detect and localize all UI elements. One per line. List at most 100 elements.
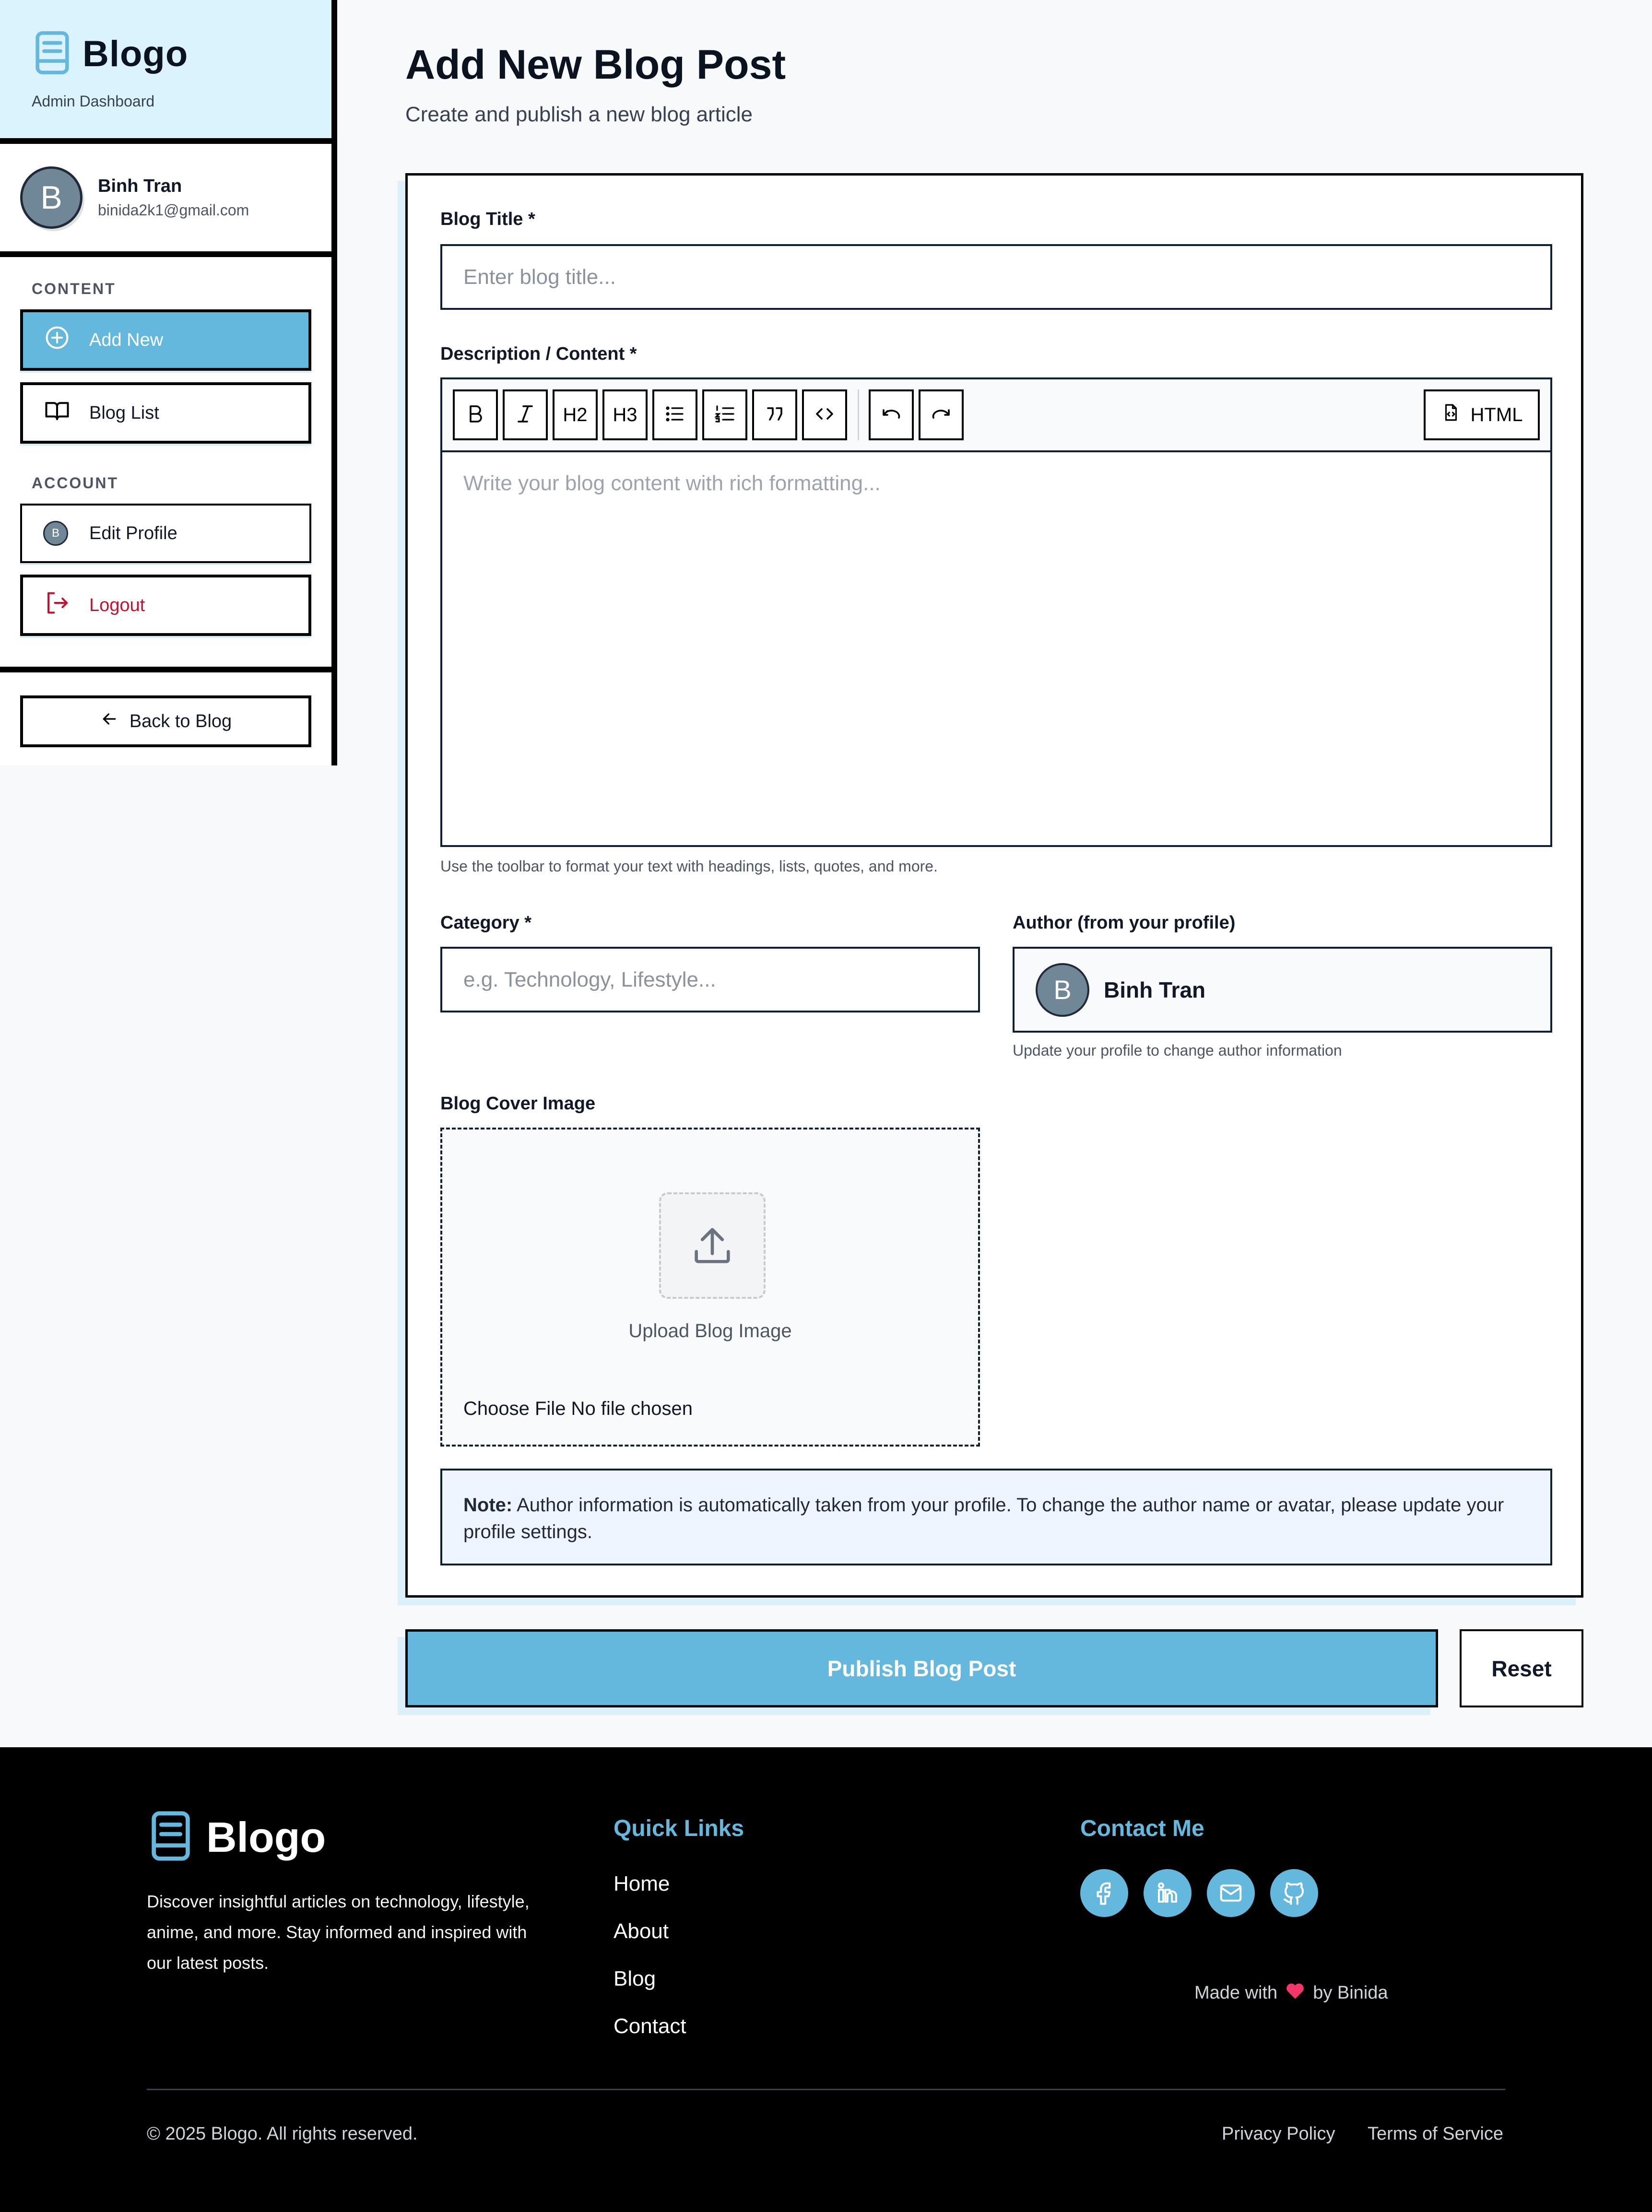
footer-brand-name: Blogo [206,1813,326,1861]
sidebar-item-label: Add New [89,329,164,350]
content-hint: Use the toolbar to format your text with… [440,858,938,875]
sidebar-item-add-new[interactable]: Add New [20,309,311,371]
bold-button[interactable] [453,389,498,440]
cover-image-label: Blog Cover Image [440,1094,596,1114]
bold-icon [464,402,487,428]
terms-of-service-link[interactable]: Terms of Service [1368,2124,1503,2144]
publish-button[interactable]: Publish Blog Post [405,1629,1438,1707]
book-icon [32,30,73,78]
code-button[interactable] [802,389,847,440]
blog-title-input[interactable]: Enter blog title... [440,244,1552,310]
mail-icon[interactable] [1207,1869,1255,1917]
image-upload-dropzone[interactable]: Upload Blog Image Choose File No file ch… [440,1128,980,1447]
brand-name[interactable]: Blogo [83,33,188,75]
made-with: Made with by Binida [1194,1981,1388,2005]
footer-link-about[interactable]: About [614,1919,686,1967]
ordered-list-icon [713,402,736,428]
made-by-text: by Binida [1313,1982,1388,2003]
redo-icon [930,402,953,428]
editor-toolbar: H2 H3 HTML [442,379,1550,452]
redo-button[interactable] [919,389,964,440]
author-name: Binh Tran [1104,977,1206,1002]
privacy-policy-link[interactable]: Privacy Policy [1222,2124,1335,2144]
italic-button[interactable] [503,389,548,440]
sidebar-nav: CONTENT Add New Blog List ACCOUNT B Edit… [0,257,331,672]
code-icon [813,402,836,428]
social-links [1080,1869,1333,1917]
file-code-icon [1441,402,1471,427]
logout-icon [44,590,89,621]
file-input[interactable]: Choose File No file chosen [463,1398,693,1420]
footer: Blogo Discover insightful articles on te… [0,1747,1652,2212]
category-label: Category * [440,913,532,933]
copyright: © 2025 Blogo. All rights reserved. [147,2124,418,2144]
footer-link-blog[interactable]: Blog [614,1967,686,2014]
bullet-list-icon [663,402,686,428]
upload-icon [659,1192,766,1299]
author-hint: Update your profile to change author inf… [1013,1042,1342,1059]
h3-label: H3 [613,404,637,425]
rich-text-editor: H2 H3 HTML Write your blog content with … [440,377,1552,847]
upload-text: Upload Blog Image [628,1320,792,1341]
author-label: Author (from your profile) [1013,913,1236,933]
author-note: Note: Author information is automaticall… [440,1469,1552,1565]
bullet-list-button[interactable] [652,389,697,440]
sidebar-brand: Blogo Admin Dashboard [0,0,331,144]
h2-label: H2 [563,404,588,425]
toolbar-divider [858,389,859,440]
user-email: binida2k1@gmail.com [98,201,249,219]
made-with-text: Made with [1194,1982,1278,2003]
facebook-icon[interactable] [1080,1869,1128,1917]
back-to-blog-button[interactable]: Back to Blog [20,695,311,747]
quick-links: Home About Blog Contact [614,1872,686,2062]
book-open-icon [44,398,89,428]
section-account-label: ACCOUNT [32,474,118,492]
sidebar-item-label: Edit Profile [89,523,177,543]
sidebar-item-label: Blog List [89,402,159,423]
page-subtitle: Create and publish a new blog article [405,103,753,126]
linkedin-icon[interactable] [1144,1869,1192,1917]
book-icon [147,1810,195,1865]
html-toggle-button[interactable]: HTML [1424,389,1540,440]
author-display: B Binh Tran [1013,947,1552,1033]
heart-icon [1277,1981,1313,2005]
italic-icon [514,402,537,428]
note-label: Note: [463,1494,513,1516]
sidebar-item-blog-list[interactable]: Blog List [20,382,311,444]
user-card: B Binh Tran binida2k1@gmail.com [0,144,331,257]
footer-description: Discover insightful articles on technolo… [147,1892,530,1973]
footer-link-contact[interactable]: Contact [614,2014,686,2062]
page-title: Add New Blog Post [405,42,786,88]
sidebar: Blogo Admin Dashboard B Binh Tran binida… [0,0,337,765]
footer-link-home[interactable]: Home [614,1872,686,1919]
blog-title-label: Blog Title * [440,209,535,229]
sidebar-item-logout[interactable]: Logout [20,575,311,636]
footer-divider [147,2089,1505,2090]
github-icon[interactable] [1270,1869,1318,1917]
arrow-left-icon [100,709,130,733]
quick-links-title: Quick Links [614,1816,744,1841]
back-label: Back to Blog [129,711,232,731]
section-content-label: CONTENT [32,280,116,297]
blog-form-card: Blog Title * Enter blog title... Descrip… [405,173,1583,1598]
avatar: B [1036,963,1089,1017]
heading-2-button[interactable]: H2 [553,389,598,440]
contact-title: Contact Me [1080,1816,1204,1841]
editor-content-area[interactable]: Write your blog content with rich format… [442,452,1550,515]
sidebar-item-label: Logout [89,595,145,615]
avatar: B [20,166,83,229]
content-label: Description / Content * [440,344,637,364]
sidebar-item-edit-profile[interactable]: B Edit Profile [20,504,311,563]
ordered-list-button[interactable] [702,389,747,440]
avatar: B [43,521,68,546]
note-text: Author information is automatically take… [463,1494,1504,1542]
undo-icon [880,402,903,428]
quote-button[interactable] [752,389,797,440]
undo-button[interactable] [869,389,914,440]
category-input[interactable]: e.g. Technology, Lifestyle... [440,947,980,1012]
quote-icon [763,402,786,428]
heading-3-button[interactable]: H3 [602,389,648,440]
footer-brand[interactable]: Blogo [147,1810,326,1865]
user-name: Binh Tran [98,176,182,196]
reset-button[interactable]: Reset [1460,1629,1583,1707]
